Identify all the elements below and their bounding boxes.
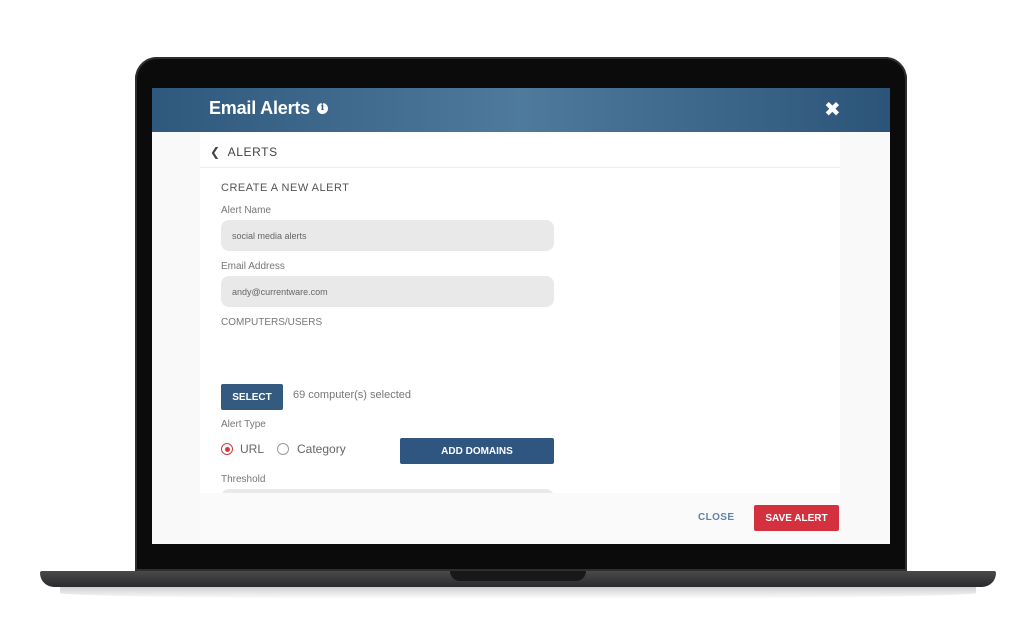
back-to-alerts-link[interactable]: ❮ ALERTS [210, 145, 278, 159]
chevron-left-icon: ❮ [210, 145, 221, 159]
email-address-label: Email Address [221, 261, 285, 272]
laptop-screen: Email Alerts i ✖ ❮ ALERTS CREATE A NEW A… [152, 88, 890, 544]
alert-name-input[interactable] [221, 220, 554, 251]
close-button[interactable]: CLOSE [692, 511, 740, 524]
back-link-label: ALERTS [227, 145, 278, 159]
email-address-input[interactable] [221, 276, 554, 307]
info-icon[interactable]: i [317, 103, 328, 114]
modal-header: Email Alerts i ✖ [152, 88, 890, 132]
radio-url-label[interactable]: URL [240, 442, 264, 456]
create-alert-panel: ❮ ALERTS CREATE A NEW ALERT Alert Name E… [200, 132, 840, 544]
laptop-notch [450, 571, 586, 581]
alert-type-label: Alert Type [221, 419, 266, 430]
threshold-label: Threshold [221, 474, 266, 485]
alert-name-label: Alert Name [221, 205, 272, 216]
radio-url[interactable] [221, 443, 233, 455]
save-alert-button[interactable]: SAVE ALERT [754, 505, 839, 531]
modal-title: Email Alerts [209, 98, 310, 118]
add-domains-button[interactable]: ADD DOMAINS [400, 438, 554, 464]
close-icon[interactable]: ✖ [824, 100, 841, 120]
selected-computers-count: 69 computer(s) selected [293, 389, 411, 401]
header-divider [200, 167, 840, 168]
select-computers-button[interactable]: SELECT [221, 384, 283, 410]
laptop-base-shadow [60, 587, 976, 599]
radio-category-label[interactable]: Category [297, 442, 346, 456]
section-title: CREATE A NEW ALERT [221, 182, 350, 194]
computers-users-label: COMPUTERS/USERS [221, 317, 323, 328]
radio-category[interactable] [277, 443, 289, 455]
modal-footer: CLOSE SAVE ALERT [200, 493, 840, 544]
